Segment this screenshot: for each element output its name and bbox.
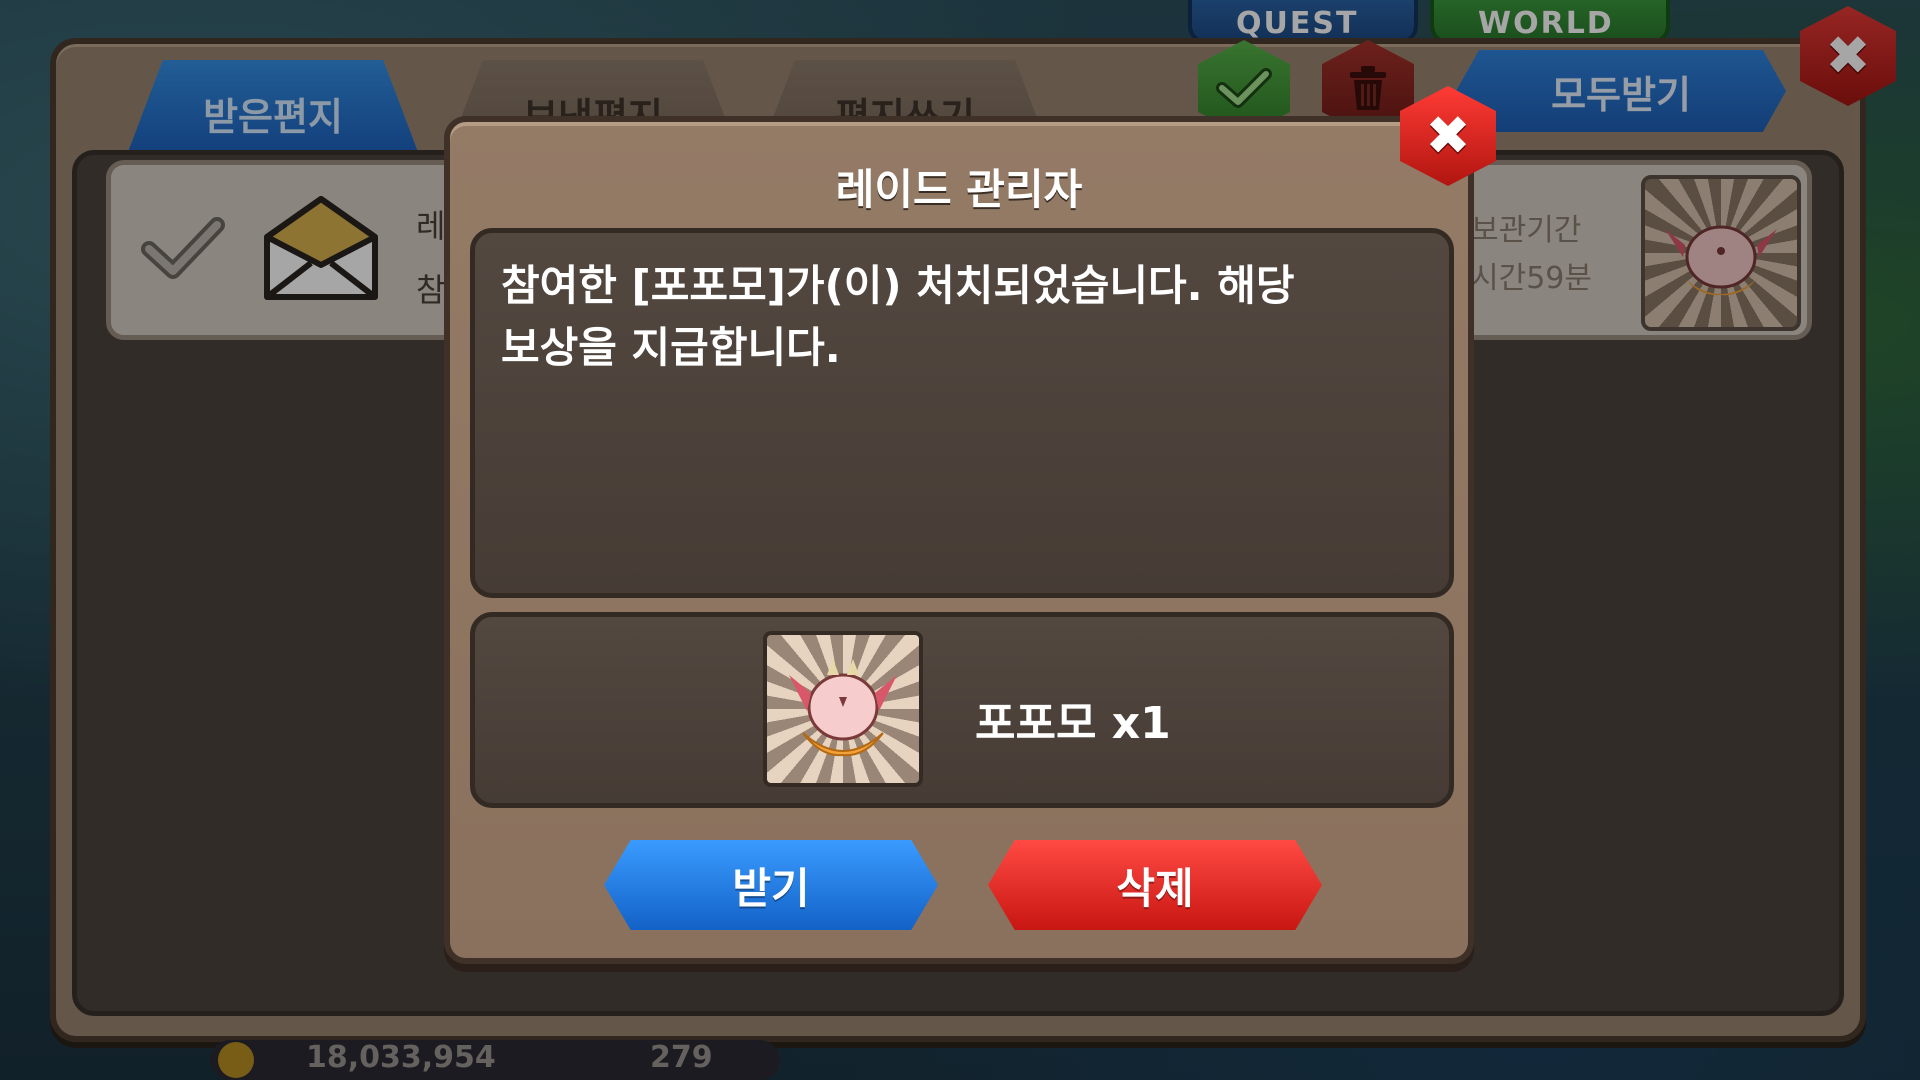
receive-button[interactable]: 받기 xyxy=(604,840,938,930)
reward-item-thumbnail xyxy=(763,631,923,787)
mail-detail-dialog: 레이드 관리자 참여한 [포포모]가(이) 처치되었습니다. 해당 보상을 지급… xyxy=(444,116,1474,964)
message-line-2: 보상을 지급합니다. xyxy=(501,323,841,372)
popomo-creature-icon xyxy=(789,659,897,757)
receive-label: 받기 xyxy=(732,863,810,913)
reward-panel: 포포모 x1 xyxy=(470,612,1454,808)
message-body: 참여한 [포포모]가(이) 처치되었습니다. 해당 보상을 지급합니다. xyxy=(470,228,1454,598)
dialog-title: 레이드 관리자 xyxy=(835,165,1083,214)
delete-label: 삭제 xyxy=(1116,863,1194,913)
message-line-1: 참여한 [포포모]가(이) 처치되었습니다. 해당 xyxy=(501,261,1295,310)
reward-label: 포포모 x1 xyxy=(975,698,1171,749)
delete-button[interactable]: 삭제 xyxy=(988,840,1322,930)
close-icon: ✖ xyxy=(1425,104,1471,167)
